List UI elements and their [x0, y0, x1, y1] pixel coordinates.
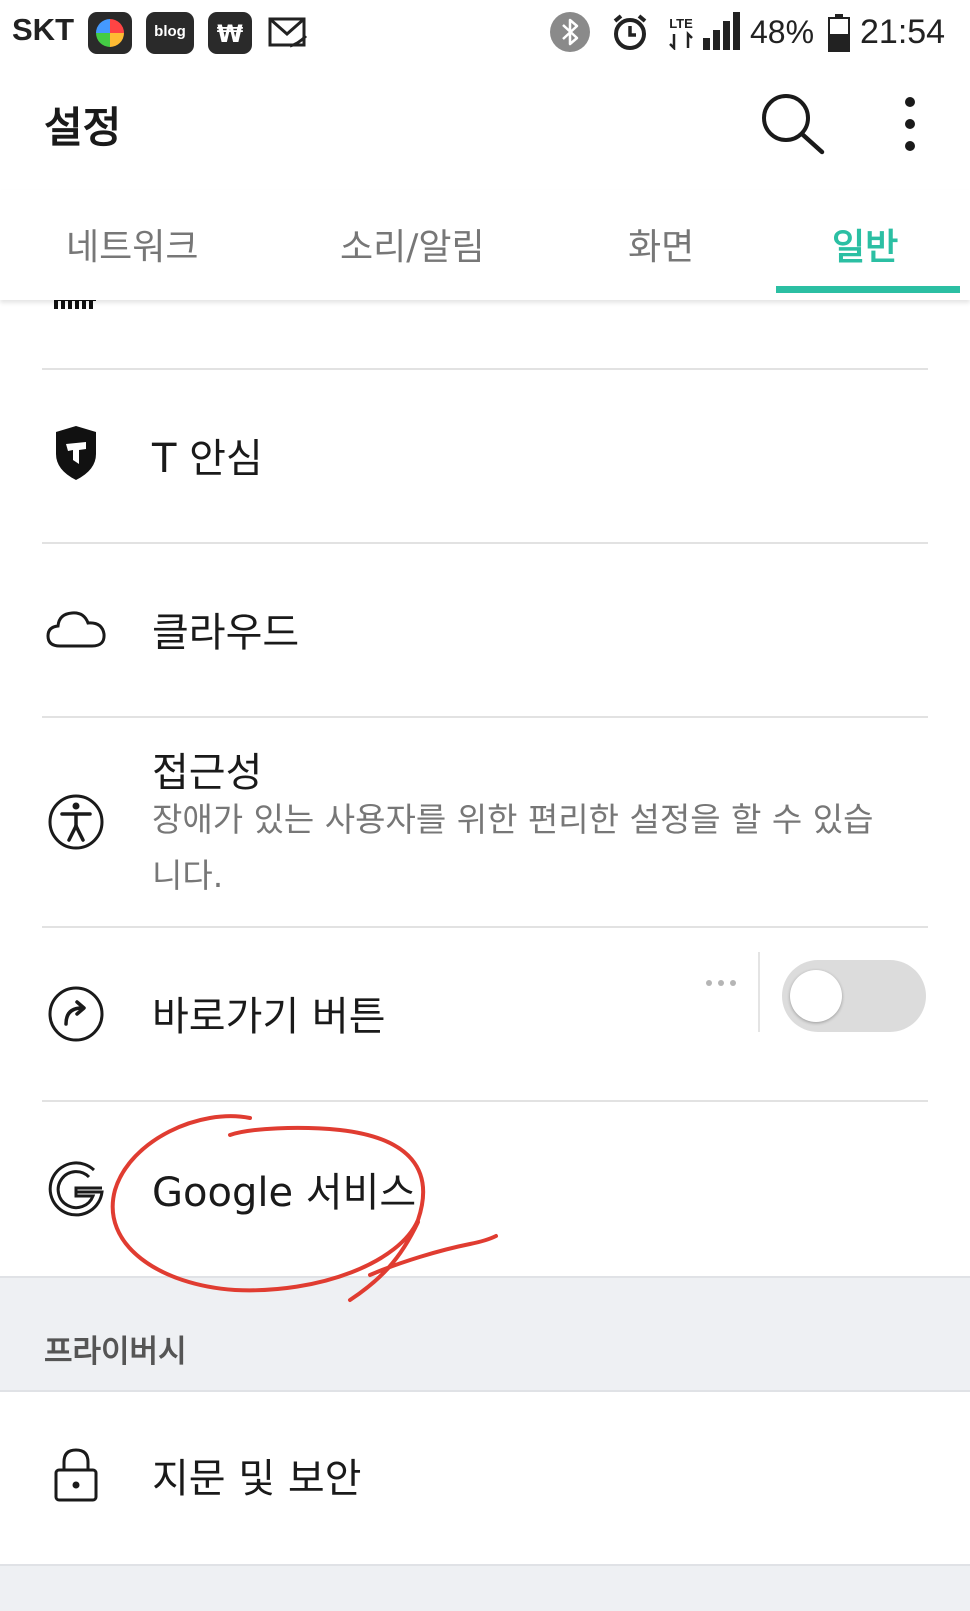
list-item-title: 지문 및 보안	[152, 1456, 362, 1502]
app-bar: 설정	[0, 66, 970, 190]
status-bar: SKT blog ₩ LTE 48% 21:54	[0, 0, 970, 66]
status-clock: 21:54	[860, 13, 946, 51]
list-item-fingerprint-security[interactable]: 지문 및 보안	[0, 1390, 970, 1562]
lte-icon: LTE	[669, 16, 693, 50]
battery-percent: 48%	[750, 14, 815, 50]
battery-icon	[828, 14, 850, 52]
tab-network[interactable]: 네트워크	[66, 218, 198, 270]
tab-sound-notification[interactable]: 소리/알림	[340, 218, 485, 270]
shortcut-toggle[interactable]	[782, 960, 926, 1032]
bottom-section-band	[0, 1564, 970, 1611]
more-options-icon[interactable]	[880, 88, 940, 160]
list-item-cloud[interactable]: 클라우드	[0, 544, 970, 716]
shield-t-icon	[56, 426, 96, 480]
gallery-app-icon	[88, 12, 132, 54]
list-item-title: 바로가기 버튼	[152, 994, 386, 1040]
toggle-knob	[790, 970, 842, 1022]
accessibility-icon	[48, 794, 104, 850]
list-item-subtitle: 장애가 있는 사용자를 위한 편리한 설정을 할 수 있습니다.	[152, 800, 874, 895]
more-dots-icon[interactable]	[704, 978, 738, 988]
list-item-title: 클라우드	[152, 610, 300, 656]
alarm-icon	[613, 14, 647, 50]
active-tab-indicator	[776, 286, 960, 293]
shortcut-arrow-icon	[48, 986, 104, 1042]
partial-item-icon	[54, 300, 96, 309]
house-app-icon: ₩	[208, 12, 252, 54]
settings-screen: SKT blog ₩ LTE 48% 21:54 설정 네트워크 소리/알림 화…	[0, 0, 970, 1611]
section-header-privacy: 프라이버시	[0, 1276, 970, 1392]
tab-display[interactable]: 화면	[628, 218, 694, 270]
bluetooth-icon	[550, 12, 590, 52]
blog-app-icon: blog	[146, 12, 194, 54]
list-item-partial[interactable]	[0, 300, 970, 330]
tab-bar: 네트워크 소리/알림 화면 일반	[0, 190, 970, 300]
list-item-title: Google 서비스	[152, 1170, 417, 1216]
signal-strength-icon	[703, 12, 740, 50]
google-icon	[48, 1161, 104, 1217]
list-item-google-services[interactable]: Google 서비스	[0, 1102, 970, 1274]
tab-general[interactable]: 일반	[832, 218, 898, 270]
search-icon[interactable]	[756, 88, 828, 160]
page-title: 설정	[44, 103, 122, 152]
lock-icon	[54, 1448, 98, 1502]
list-item-title: 접근성	[152, 750, 263, 796]
list-item-accessibility[interactable]: 접근성 장애가 있는 사용자를 위한 편리한 설정을 할 수 있습니다.	[0, 718, 970, 926]
settings-list[interactable]: T 안심 클라우드 접근성 장애가 있는 사용자를 위한 편리한 설정을 할 수…	[0, 300, 970, 1611]
section-header-label: 프라이버시	[44, 1334, 187, 1370]
list-item-t-safety[interactable]: T 안심	[0, 370, 970, 542]
toggle-divider	[758, 952, 760, 1032]
cloud-icon	[46, 611, 106, 648]
mail-icon	[268, 17, 308, 48]
list-item-title: T 안심	[152, 436, 263, 482]
list-item-shortcut-button[interactable]: 바로가기 버튼	[0, 928, 970, 1100]
carrier-label: SKT	[12, 12, 74, 47]
svg-text:LTE: LTE	[669, 16, 693, 31]
